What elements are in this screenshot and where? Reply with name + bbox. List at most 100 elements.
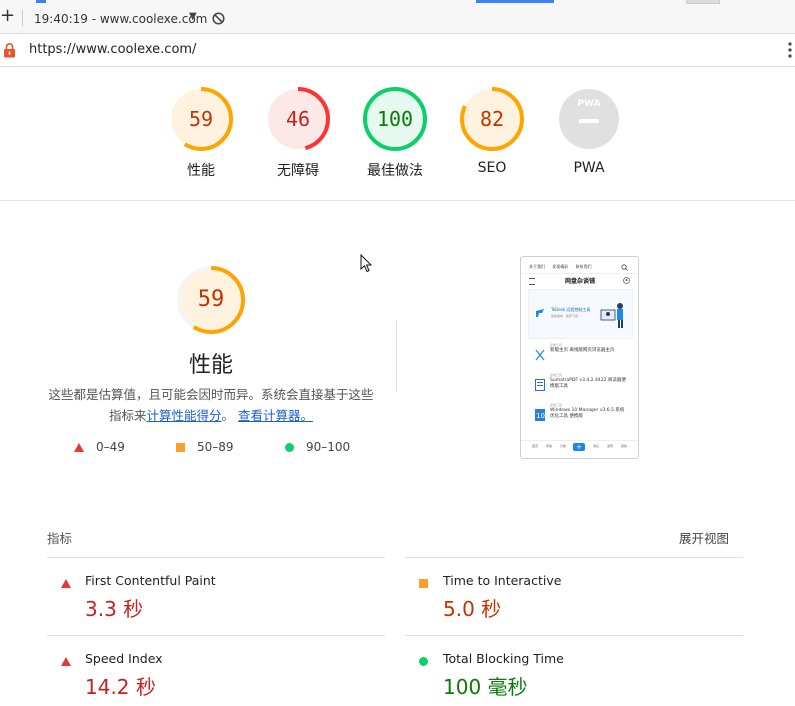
metric-name: First Contentful Paint: [85, 573, 216, 588]
category-score: [556, 86, 622, 152]
tab-indicator: [36, 0, 46, 3]
calc-score-link[interactable]: 计算性能得分: [146, 408, 221, 423]
preview-item-icon: [535, 349, 545, 361]
legend-range: 90–100: [306, 440, 351, 454]
more-menu-icon[interactable]: [788, 42, 792, 58]
category-score: 46: [285, 107, 311, 131]
legend-pass: 90–100: [285, 440, 350, 454]
category-gauge-0[interactable]: 59 性能: [168, 86, 234, 180]
category-label: 无障碍: [277, 163, 319, 179]
category-gauge-2[interactable]: 100 最佳做法: [362, 86, 428, 180]
performance-title: 性能: [188, 353, 233, 378]
preview-item-icon: [535, 379, 545, 391]
lock-icon[interactable]: [3, 42, 16, 58]
performance-score: 59: [197, 287, 225, 312]
preview-hero-title: ToDesk 远程控制工具: [551, 307, 591, 312]
preview-item-title: Windows 10 Manager v3.6.5 系统优化工具 便携版: [550, 408, 625, 419]
preview-item-tag: 系统工具: [550, 403, 563, 407]
metric-speed-index: Speed Index 14.2 秒: [47, 651, 367, 701]
description-text: 。: [221, 408, 235, 423]
preview-hero-sub: 最新版本 · 免费下载: [551, 314, 578, 318]
category-gauge-pwa[interactable]: PWA PWA: [556, 86, 622, 176]
category-score: 59: [188, 107, 214, 131]
browser-tab-strip: + 19:40:19 - www.coolexe.com ▼: [0, 0, 795, 34]
preview-item-tag: 系统工具: [550, 373, 563, 377]
preview-list-item: 系统工具 SumatraPDF v3.4.2.4422 阅读器便携版工具: [528, 373, 631, 399]
new-tab-plus-icon[interactable]: +: [0, 6, 15, 26]
preview-tab: 联系我们: [575, 264, 592, 269]
preview-app-icon: [536, 309, 544, 317]
view-calculator-link[interactable]: 查看计算器。: [238, 408, 313, 423]
legend-range: 0–49: [96, 440, 125, 454]
metric-time-to-interactive: Time to Interactive 5.0 秒: [405, 573, 725, 623]
metric-total-blocking-time: Total Blocking Time 100 毫秒: [405, 651, 725, 701]
divider: [405, 635, 743, 636]
category-score: 100: [376, 107, 414, 131]
fail-triangle-icon: [61, 579, 71, 588]
preview-list-item: 系统工具 新版主页 离线版网页浏览器主页: [528, 343, 631, 369]
preview-item-tag: 系统工具: [550, 343, 563, 347]
preview-tab: 发现精彩: [552, 264, 569, 269]
category-gauge-1[interactable]: 46 无障碍: [265, 86, 331, 180]
metric-value: 14.2 秒: [85, 675, 156, 699]
category-label: PWA: [573, 160, 605, 176]
dropdown-caret-icon[interactable]: ▼: [189, 11, 197, 22]
category-score: 82: [479, 107, 505, 131]
preview-footer-plus: +: [573, 443, 585, 451]
preview-search-icon: [621, 264, 628, 271]
average-square-icon: [419, 579, 428, 588]
performance-gauge: 59: [176, 265, 246, 335]
legend-range: 50–89: [197, 440, 234, 454]
address-bar: https://www.coolexe.com/: [0, 34, 795, 67]
preview-logo: 网盘杂谈铺: [565, 278, 596, 285]
pass-circle-icon: [419, 657, 428, 666]
triangle-icon: [74, 443, 84, 452]
divider: [47, 635, 385, 636]
metric-value: 3.3 秒: [85, 597, 144, 621]
preview-item-title: SumatraPDF v3.4.2.4422 阅读器便携版工具: [550, 378, 626, 389]
preview-footer-item: 分类: [559, 444, 566, 448]
tab-separator: [22, 10, 23, 26]
vertical-divider: [396, 320, 397, 392]
category-label: SEO: [477, 160, 507, 176]
preview-footer-item: 我的: [620, 444, 627, 448]
category-label: 性能: [187, 163, 215, 179]
mouse-cursor-icon: [360, 254, 373, 273]
preview-footer-item: 导航: [545, 444, 552, 448]
svg-text:10: 10: [536, 412, 545, 420]
report-timestamp-url[interactable]: 19:40:19 - www.coolexe.com: [34, 12, 207, 26]
preview-hero-card: ToDesk 远程控制工具 最新版本 · 免费下载: [528, 289, 633, 339]
preview-tabs: 关于我们 发现精彩 联系我们: [529, 264, 598, 270]
preview-menu-icon: [529, 278, 535, 285]
metric-value: 5.0 秒: [443, 597, 502, 621]
category-label: 最佳做法: [367, 163, 423, 179]
performance-description: 这些都是估算值，且可能会因时而异。系统会直接基于这些指标来计算性能得分。 查看计…: [44, 384, 378, 426]
circle-icon: [285, 443, 294, 452]
divider: [405, 557, 743, 558]
preview-divider: [521, 273, 638, 274]
divider: [47, 557, 385, 558]
block-icon[interactable]: [212, 12, 225, 25]
preview-list-item: 10 系统工具 Windows 10 Manager v3.6.5 系统优化工具…: [528, 403, 631, 429]
page-screenshot-thumbnail[interactable]: 关于我们 发现精彩 联系我们 网盘杂谈铺 ToDesk 远程控制工具 最新版本 …: [520, 256, 639, 459]
page-url[interactable]: https://www.coolexe.com/: [29, 42, 196, 57]
preview-footer-item: 发现: [606, 444, 613, 448]
preview-item-title: 新版主页 离线版网页浏览器主页: [550, 348, 615, 353]
tab-indicator: [686, 0, 720, 4]
legend-fail: 0–49: [74, 440, 125, 454]
legend-average: 50–89: [176, 440, 234, 454]
category-gauge-3[interactable]: 82 SEO: [459, 86, 525, 176]
metric-first-contentful-paint: First Contentful Paint 3.3 秒: [47, 573, 367, 623]
preview-illustration: [600, 303, 623, 328]
preview-item-icon: 10: [535, 409, 545, 421]
metric-name: Total Blocking Time: [443, 651, 564, 666]
preview-footer-nav: 首页 导航 分类 + 消息 发现 我的: [521, 440, 638, 457]
preview-user-icon: [623, 277, 630, 284]
preview-tab: 关于我们: [529, 264, 545, 269]
metric-name: Time to Interactive: [443, 573, 562, 588]
expand-view-toggle[interactable]: 展开视图: [679, 528, 729, 547]
preview-footer-item: 首页: [531, 444, 538, 448]
preview-footer-item: 消息: [592, 444, 599, 448]
active-tab-indicator: [476, 0, 554, 3]
score-legend: 0–49 50–89 90–100: [0, 440, 400, 460]
